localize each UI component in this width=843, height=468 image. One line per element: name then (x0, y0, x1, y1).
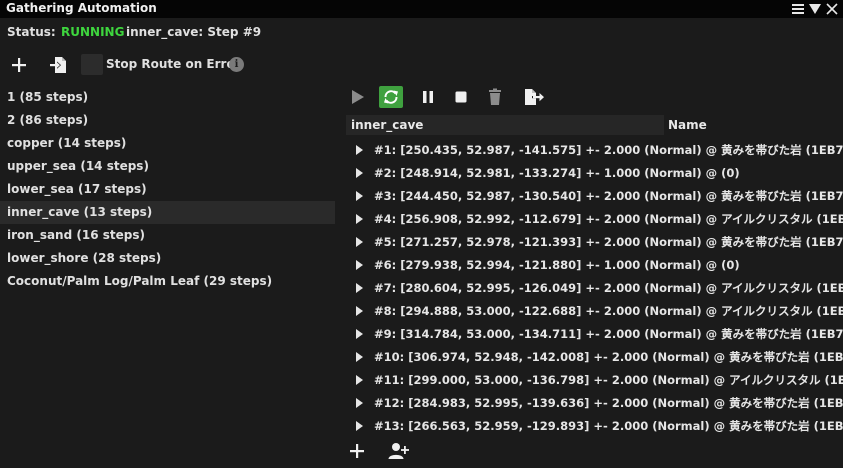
play-button[interactable] (346, 86, 370, 108)
current-step-text: inner_cave: Step #9 (126, 25, 262, 39)
step-row[interactable]: #12: [284.983, 52.995, -139.636] +- 2.00… (346, 392, 843, 415)
route-item[interactable]: inner_cave (13 steps) (0, 201, 335, 224)
loop-icon (384, 90, 398, 104)
add-route-button[interactable] (8, 54, 30, 76)
step-text: #3: [244.450, 52.987, -130.540] +- 2.000… (374, 189, 843, 203)
expand-arrow-icon[interactable] (356, 145, 363, 155)
stop-button[interactable] (449, 86, 473, 108)
window-title: Gathering Automation (6, 1, 157, 15)
pause-button[interactable] (416, 86, 440, 108)
route-item[interactable]: Coconut/Palm Log/Palm Leaf (29 steps) (0, 270, 335, 293)
add-user-icon (388, 443, 409, 459)
pause-icon (423, 91, 433, 103)
step-row[interactable]: #3: [244.450, 52.987, -130.540] +- 2.000… (346, 185, 843, 208)
add-step-button[interactable] (346, 440, 368, 462)
title-bar[interactable]: Gathering Automation (0, 0, 843, 18)
plus-icon (12, 58, 26, 72)
step-row[interactable]: #8: [294.888, 53.000, -122.688] +- 2.000… (346, 300, 843, 323)
route-list: 1 (85 steps) 2 (86 steps) copper (14 steps… (0, 86, 335, 293)
step-text: #12: [284.983, 52.995, -139.636] +- 2.00… (374, 396, 843, 410)
expand-arrow-icon[interactable] (356, 237, 363, 247)
play-icon (352, 90, 364, 104)
expand-arrow-icon[interactable] (356, 283, 363, 293)
step-row[interactable]: #2: [248.914, 52.981, -133.274] +- 1.000… (346, 162, 836, 185)
step-text: #1: [250.435, 52.987, -141.575] +- 2.000… (374, 143, 843, 157)
info-icon[interactable]: i (229, 57, 244, 72)
step-row[interactable]: #10: [306.974, 52.948, -142.008] +- 2.00… (346, 346, 843, 369)
expand-arrow-icon[interactable] (356, 214, 363, 224)
route-item[interactable]: iron_sand (16 steps) (0, 224, 335, 247)
gathering-automation-window: Gathering Automation Status: RUNNING inn… (0, 0, 843, 468)
step-text: #5: [271.257, 52.978, -121.393] +- 2.000… (374, 235, 843, 249)
route-name-field[interactable]: inner_cave (346, 115, 664, 135)
expand-arrow-icon[interactable] (356, 352, 363, 362)
route-item[interactable]: 1 (85 steps) (0, 86, 335, 109)
stop-icon (455, 91, 467, 103)
stop-route-on-error-label: Stop Route on Error (106, 57, 241, 71)
expand-arrow-icon[interactable] (356, 375, 363, 385)
stop-route-on-error-checkbox[interactable] (81, 54, 103, 75)
expand-arrow-icon[interactable] (356, 329, 363, 339)
export-icon (525, 89, 544, 105)
route-item[interactable]: copper (14 steps) (0, 132, 335, 155)
step-row[interactable]: #9: [314.784, 53.000, -134.711] +- 2.000… (346, 323, 843, 346)
close-icon[interactable] (825, 1, 839, 17)
expand-arrow-icon[interactable] (356, 421, 363, 431)
step-list: #1: [250.435, 52.987, -141.575] +- 2.000… (346, 139, 843, 438)
step-text: #9: [314.784, 53.000, -134.711] +- 2.000… (374, 327, 843, 341)
step-row[interactable]: #4: [256.908, 52.992, -112.679] +- 2.000… (346, 208, 843, 231)
step-text: #13: [266.563, 52.959, -129.893] +- 2.00… (374, 419, 843, 433)
step-row[interactable]: #6: [279.938, 52.994, -121.880] +- 1.000… (346, 254, 836, 277)
step-row[interactable]: #1: [250.435, 52.987, -141.575] +- 2.000… (346, 139, 843, 162)
export-route-button[interactable] (521, 86, 545, 108)
step-row[interactable]: #13: [266.563, 52.959, -129.893] +- 2.00… (346, 415, 843, 438)
status-label: Status: (7, 25, 56, 39)
menu-icon[interactable] (791, 1, 805, 17)
import-route-button[interactable] (48, 54, 70, 76)
route-item[interactable]: lower_sea (17 steps) (0, 178, 335, 201)
step-text: #10: [306.974, 52.948, -142.008] +- 2.00… (374, 350, 843, 364)
loop-button[interactable] (379, 86, 403, 108)
route-item[interactable]: lower_shore (28 steps) (0, 247, 335, 270)
route-item[interactable]: 2 (86 steps) (0, 109, 335, 132)
route-item[interactable]: upper_sea (14 steps) (0, 155, 335, 178)
step-text: #11: [299.000, 53.000, -136.798] +- 2.00… (374, 373, 843, 387)
expand-arrow-icon[interactable] (356, 168, 363, 178)
delete-button[interactable] (483, 86, 507, 108)
trash-icon (489, 88, 501, 105)
step-text: #6: [279.938, 52.994, -121.880] +- 1.000… (374, 258, 740, 272)
step-text: #7: [280.604, 52.995, -126.049] +- 2.000… (374, 281, 843, 295)
expand-arrow-icon[interactable] (356, 306, 363, 316)
step-text: #4: [256.908, 52.992, -112.679] +- 2.000… (374, 212, 843, 226)
plus-icon (350, 444, 364, 458)
step-text: #8: [294.888, 53.000, -122.688] +- 2.000… (374, 304, 843, 318)
expand-arrow-icon[interactable] (356, 260, 363, 270)
expand-arrow-icon[interactable] (356, 398, 363, 408)
step-row[interactable]: #7: [280.604, 52.995, -126.049] +- 2.000… (346, 277, 843, 300)
expand-arrow-icon[interactable] (356, 191, 363, 201)
step-text: #2: [248.914, 52.981, -133.274] +- 1.000… (374, 166, 740, 180)
collapse-icon[interactable] (808, 1, 822, 17)
status-value: RUNNING (61, 25, 125, 39)
name-label: Name (668, 118, 707, 132)
step-row[interactable]: #11: [299.000, 53.000, -136.798] +- 2.00… (346, 369, 843, 392)
file-import-icon (50, 57, 66, 73)
add-target-button[interactable] (386, 440, 410, 462)
step-row[interactable]: #5: [271.257, 52.978, -121.393] +- 2.000… (346, 231, 843, 254)
